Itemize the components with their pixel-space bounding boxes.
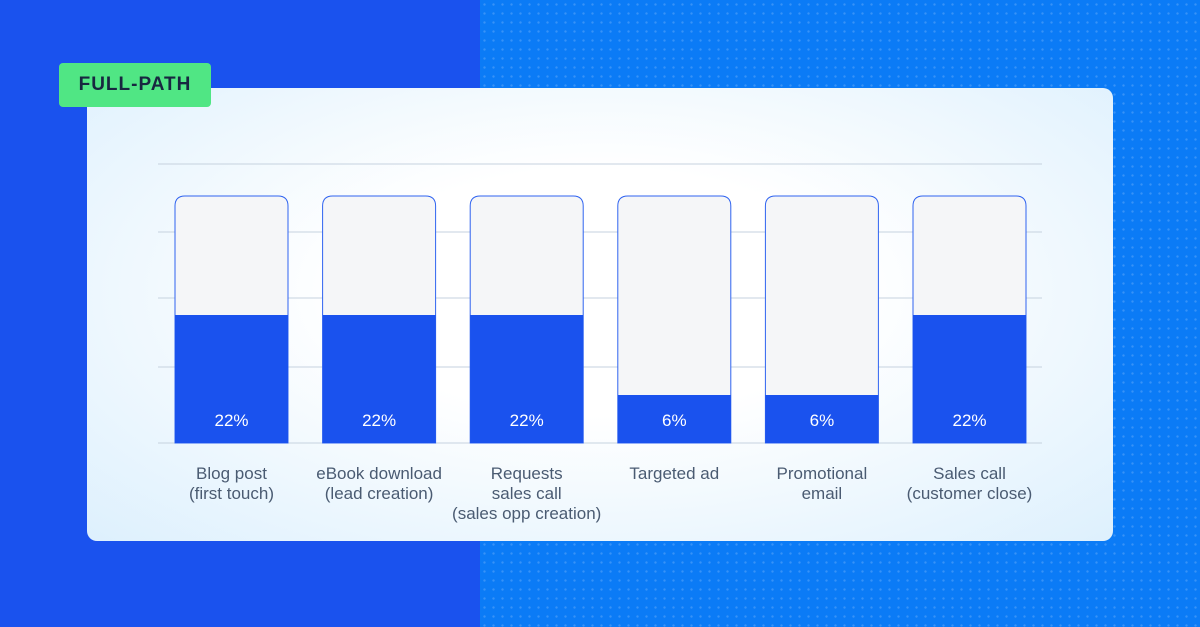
category-label: sales call — [492, 484, 562, 503]
category-label: (lead creation) — [325, 484, 434, 503]
category-label: (first touch) — [189, 484, 274, 503]
category-label: eBook download — [316, 464, 442, 483]
data-label: 6% — [810, 411, 835, 430]
data-label: 22% — [214, 411, 248, 430]
data-label: 22% — [362, 411, 396, 430]
data-label: 22% — [510, 411, 544, 430]
data-label: 6% — [662, 411, 687, 430]
data-label: 22% — [952, 411, 986, 430]
category-label: Promotional — [777, 464, 868, 483]
category-label: Sales call — [933, 464, 1006, 483]
category-label: Targeted ad — [629, 464, 719, 483]
category-label: (customer close) — [907, 484, 1033, 503]
category-label: Blog post — [196, 464, 267, 483]
category-label: (sales opp creation) — [452, 504, 601, 523]
full-path-badge: FULL-PATH — [59, 63, 211, 107]
category-label: email — [802, 484, 843, 503]
category-label: Requests — [491, 464, 563, 483]
